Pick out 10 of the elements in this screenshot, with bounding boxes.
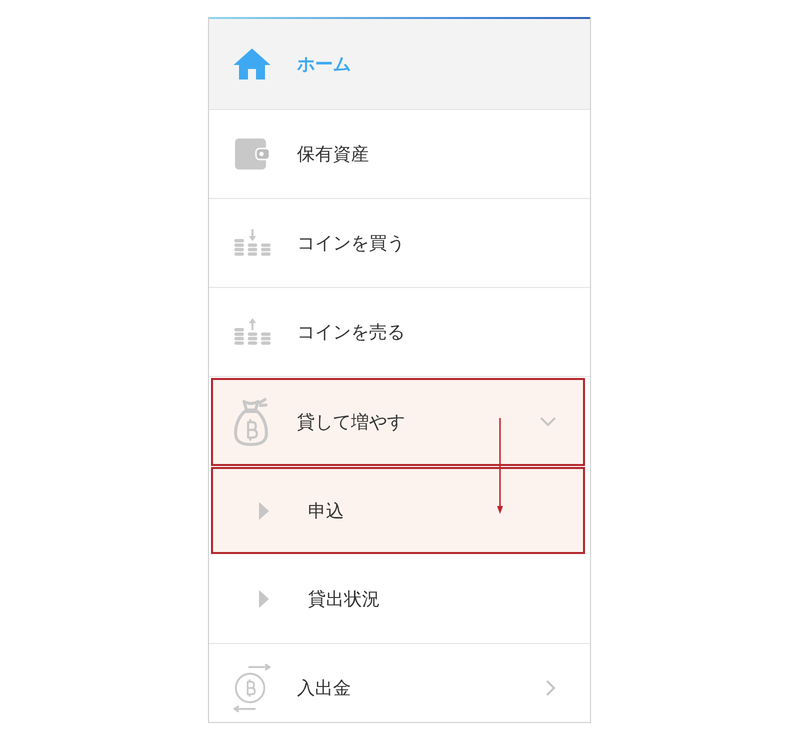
triangle-icon: [259, 590, 269, 608]
wallet-icon: [234, 138, 270, 170]
coin-arrows-icon: [233, 663, 271, 713]
triangle-icon: [259, 502, 269, 520]
submenu-item[interactable]: 申込: [211, 467, 585, 554]
coins-up-arrow-icon: [234, 318, 270, 346]
money-bag-icon: [233, 398, 271, 446]
home-icon: [233, 48, 271, 80]
coins-down-arrow-icon: [234, 229, 270, 257]
menu-item[interactable]: 貸して増やす: [211, 378, 585, 466]
